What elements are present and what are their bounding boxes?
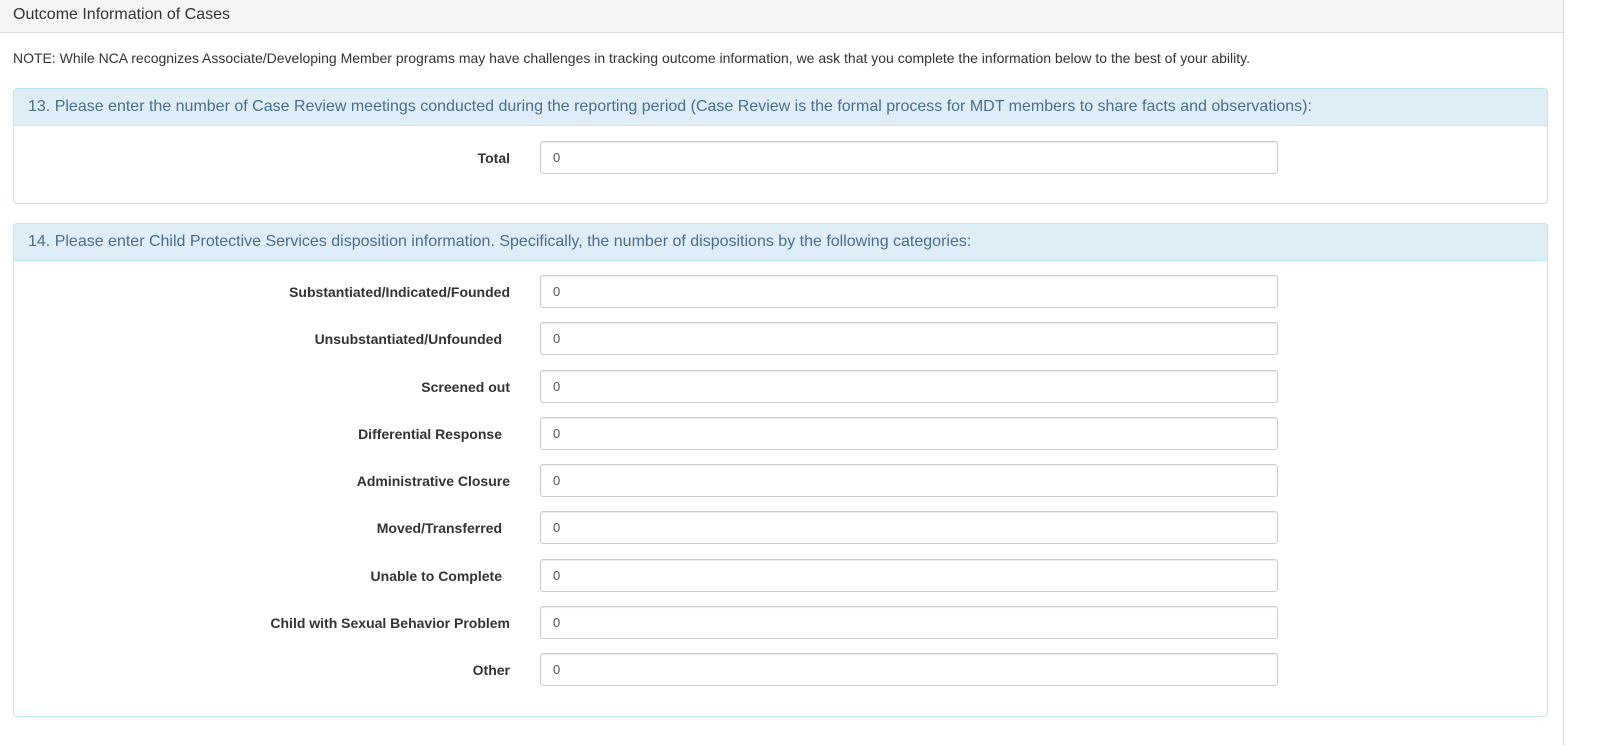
field-label-moved-transferred: Moved/Transferred [376, 520, 502, 536]
field-row-differential-response: Differential Response [14, 417, 1547, 451]
field-label-screened-out: Screened out [421, 379, 510, 395]
field-label-unable-to-complete: Unable to Complete [370, 568, 502, 584]
field-label-unsubstantiated: Unsubstantiated/Unfounded [314, 331, 502, 347]
field-row-moved-transferred: Moved/Transferred [14, 511, 1547, 545]
question-13-heading: 13. Please enter the number of Case Revi… [14, 89, 1547, 126]
field-label-administrative-closure: Administrative Closure [356, 473, 510, 489]
field-label-differential-response: Differential Response [358, 426, 502, 442]
substantiated-input[interactable] [540, 275, 1278, 308]
field-row-total: Total [14, 141, 1547, 175]
administrative-closure-input[interactable] [540, 464, 1278, 497]
question-13-panel: 13. Please enter the number of Case Revi… [13, 88, 1548, 204]
field-label-child-sexual-behavior: Child with Sexual Behavior Problem [270, 615, 510, 631]
field-label-other: Other [472, 662, 510, 678]
field-row-unsubstantiated: Unsubstantiated/Unfounded [14, 322, 1547, 356]
field-row-substantiated: Substantiated/Indicated/Founded [14, 275, 1547, 309]
panel-title: Outcome Information of Cases [0, 0, 1563, 33]
total-input[interactable] [540, 141, 1278, 174]
field-row-unable-to-complete: Unable to Complete [14, 559, 1547, 593]
field-row-child-sexual-behavior: Child with Sexual Behavior Problem [14, 606, 1547, 640]
unable-to-complete-input[interactable] [540, 559, 1278, 592]
differential-response-input[interactable] [540, 417, 1278, 450]
unsubstantiated-input[interactable] [540, 322, 1278, 355]
field-row-screened-out: Screened out [14, 370, 1547, 404]
field-row-other: Other [14, 653, 1547, 687]
screened-out-input[interactable] [540, 370, 1278, 403]
question-14-panel: 14. Please enter Child Protective Servic… [13, 223, 1548, 717]
outcome-information-panel: Outcome Information of Cases NOTE: While… [0, 0, 1564, 745]
field-row-administrative-closure: Administrative Closure [14, 464, 1547, 498]
note-text: NOTE: While NCA recognizes Associate/Dev… [13, 50, 1250, 66]
child-sexual-behavior-input[interactable] [540, 606, 1278, 639]
field-label-substantiated: Substantiated/Indicated/Founded [289, 284, 510, 300]
question-14-heading: 14. Please enter Child Protective Servic… [14, 224, 1547, 261]
other-input[interactable] [540, 653, 1278, 686]
moved-transferred-input[interactable] [540, 511, 1278, 544]
field-label-total: Total [477, 150, 510, 166]
